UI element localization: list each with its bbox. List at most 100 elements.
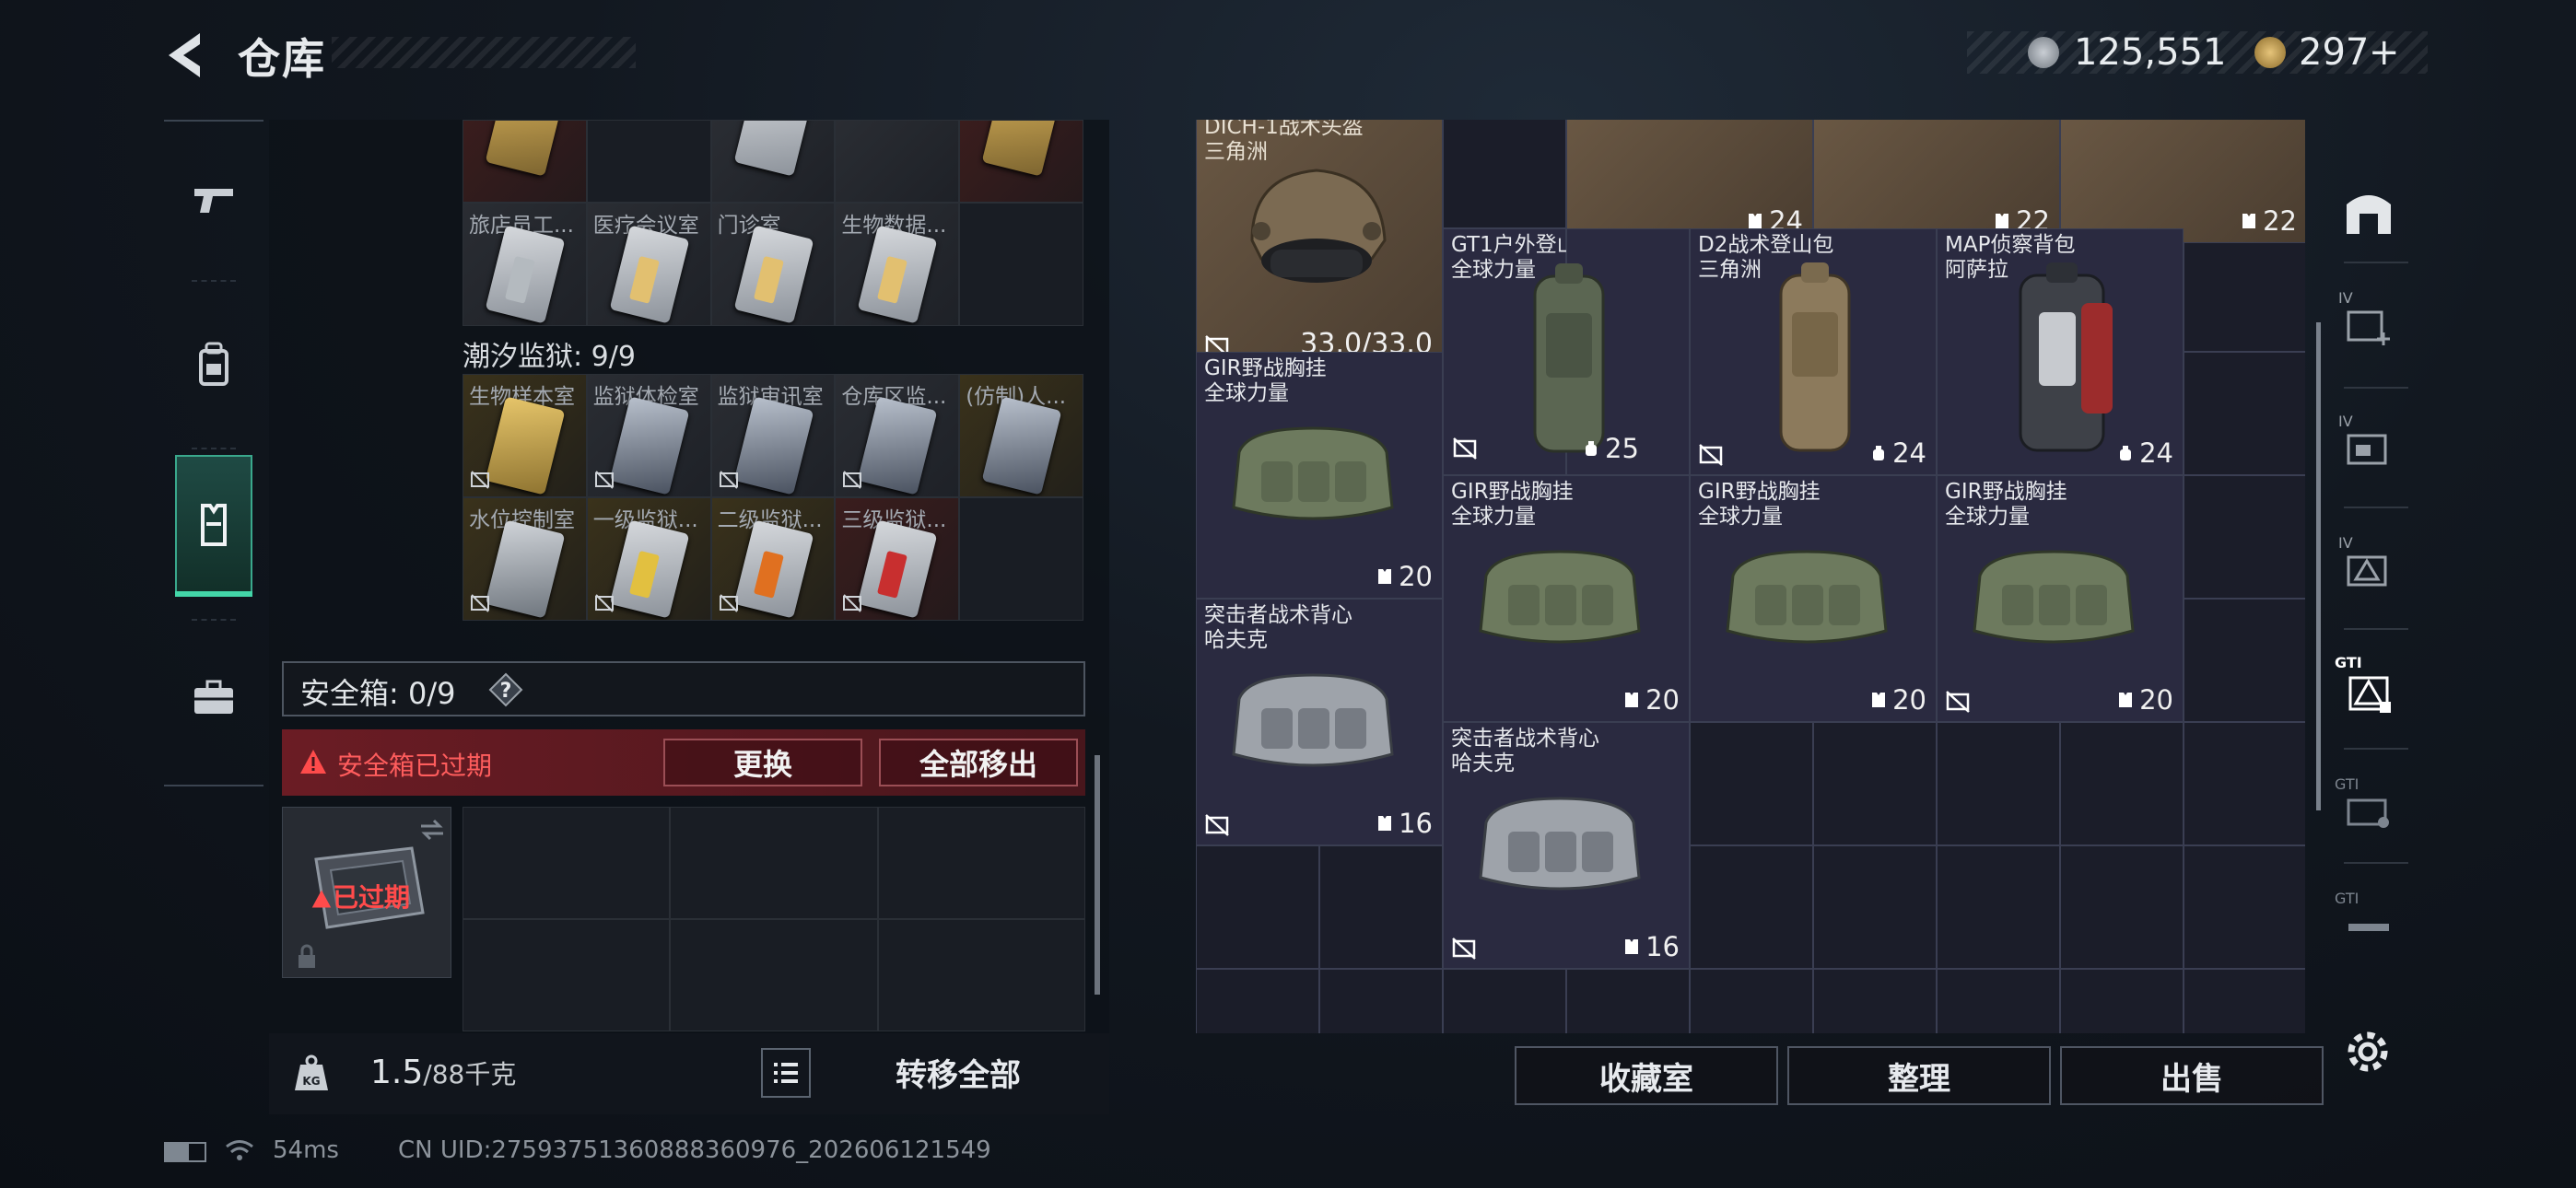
storage-tab-gti-2[interactable]: GTI: [2322, 755, 2416, 866]
collection-room-button[interactable]: 收藏室: [1515, 1046, 1778, 1105]
item-top-2[interactable]: 22: [1813, 120, 2060, 243]
swap-icon[interactable]: [419, 819, 445, 841]
item-d2-backpack[interactable]: D2战术登山包 三角洲 24: [1690, 228, 1937, 475]
helmet-icon: [1250, 169, 1387, 283]
nav-weapon[interactable]: [175, 131, 252, 269]
storage-grid-cell[interactable]: [1937, 722, 2060, 845]
safebox-slot[interactable]: [463, 919, 671, 1031]
storage-grid-cell[interactable]: [1937, 845, 2060, 969]
keycard-slot[interactable]: 门诊室: [710, 203, 836, 326]
keycard-slot-empty[interactable]: [959, 497, 1083, 621]
storage-tab-iv-1[interactable]: IV: [2322, 269, 2416, 379]
storage-grid-cell[interactable]: [2184, 599, 2305, 722]
storage-grid-cell[interactable]: [2184, 969, 2305, 1033]
keycard-slot[interactable]: [463, 120, 587, 203]
storage-grid-cell[interactable]: [1443, 120, 1566, 228]
svg-text:KG: KG: [302, 1075, 320, 1088]
storage-tab-main[interactable]: [2322, 157, 2416, 267]
storage-grid-cell[interactable]: [1566, 969, 1690, 1033]
nav-equipment[interactable]: [175, 297, 252, 435]
item-gir-vest[interactable]: GIR野战胸挂 全球力量 20: [1443, 475, 1690, 722]
storage-grid-cell[interactable]: [1319, 969, 1443, 1033]
keycard-slot[interactable]: [835, 120, 960, 203]
no-sell-icon: [843, 594, 862, 612]
storage-grid-cell[interactable]: [2060, 845, 2184, 969]
keycard-slot[interactable]: 一级监狱...: [586, 497, 711, 621]
keycard-slot[interactable]: 旅店员工...: [463, 203, 587, 326]
sort-button[interactable]: 整理: [1787, 1046, 2051, 1105]
keycard-slot[interactable]: [710, 120, 836, 203]
keycard-slot[interactable]: 仓库区监...: [835, 374, 960, 497]
safebox-slot[interactable]: [670, 919, 878, 1031]
item-assault-vest[interactable]: 突击者战术背心 哈夫克 16: [1196, 599, 1443, 845]
transfer-all-button[interactable]: 转移全部: [896, 1050, 1021, 1095]
keycard-slot[interactable]: (仿制)人...: [959, 374, 1083, 497]
item-gir-vest[interactable]: GIR野战胸挂 全球力量 20: [1690, 475, 1937, 722]
item-top-1[interactable]: 24: [1566, 120, 1813, 243]
storage-grid-cell[interactable]: [1196, 845, 1319, 969]
storage-grid-cell[interactable]: [1196, 969, 1319, 1033]
storage-grid-cell[interactable]: [1690, 969, 1813, 1033]
keycard-slot[interactable]: 水位控制室: [463, 497, 587, 621]
keycard-slot-empty[interactable]: [959, 203, 1083, 326]
item-helmet[interactable]: DICH-1战术头盔 三角洲 33.0/33.0: [1196, 120, 1443, 367]
user-uid: CN UID:27593751360888360976_202606121549: [398, 1136, 991, 1164]
storage-tab-gti-1[interactable]: GTI: [2322, 635, 2416, 746]
storage-grid-cell[interactable]: [2060, 969, 2184, 1033]
left-scrollbar[interactable]: [1095, 755, 1100, 995]
storage-grid-cell[interactable]: [1813, 845, 1937, 969]
storage-grid-cell[interactable]: [2184, 722, 2305, 845]
item-assault-vest[interactable]: 突击者战术背心 哈夫克 16: [1443, 722, 1690, 969]
safebox-slot[interactable]: [670, 807, 878, 919]
battery-icon: [164, 1142, 206, 1162]
item-gir-vest[interactable]: GIR野战胸挂 全球力量 20: [1937, 475, 2184, 722]
keycard-slot[interactable]: [586, 120, 711, 203]
storage-tab-gti-3[interactable]: GTI: [2322, 869, 2416, 980]
storage-tab-iv-3[interactable]: IV: [2322, 514, 2416, 624]
storage-scrollbar[interactable]: [2316, 322, 2321, 810]
keycard-slot[interactable]: 医疗会议室: [586, 203, 711, 326]
storage-grid-cell[interactable]: [2184, 228, 2305, 352]
storage-grid-cell[interactable]: [1690, 722, 1813, 845]
add-currency-button[interactable]: +: [2369, 31, 2400, 74]
remove-all-button[interactable]: 全部移出: [879, 739, 1078, 786]
safebox-header: 安全箱: 0/9 ?: [282, 661, 1085, 716]
item-map-backpack[interactable]: MAP侦察背包 阿萨拉 24: [1937, 228, 2184, 475]
item-gir-vest[interactable]: GIR野战胸挂 全球力量 20: [1196, 352, 1443, 599]
keycard-slot[interactable]: 监狱审讯室: [710, 374, 836, 497]
keycard-slot[interactable]: 生物样本室: [463, 374, 587, 497]
no-sell-icon: [1699, 444, 1723, 466]
safebox-label: 安全箱: 0/9: [300, 676, 456, 711]
back-arrow-icon[interactable]: [161, 28, 207, 83]
prison-section-title: 潮汐监狱: 9/9: [463, 341, 636, 373]
storage-grid-cell[interactable]: [2184, 845, 2305, 969]
settings-gear-icon[interactable]: [2340, 1024, 2395, 1079]
keycard-slot[interactable]: 生物数据...: [835, 203, 960, 326]
item-top-3[interactable]: 22: [2060, 120, 2305, 243]
storage-grid-cell[interactable]: [2184, 352, 2305, 475]
list-view-button[interactable]: [761, 1048, 811, 1098]
keycard-slot[interactable]: [959, 120, 1083, 203]
storage-grid-cell[interactable]: [2060, 722, 2184, 845]
storage-grid-cell[interactable]: [1690, 845, 1813, 969]
storage-tab-iv-2[interactable]: IV: [2322, 392, 2416, 503]
storage-grid-cell[interactable]: [1937, 969, 2060, 1033]
keycard-slot[interactable]: 监狱体检室: [586, 374, 711, 497]
safebox-case-slot[interactable]: 已过期: [282, 807, 451, 978]
safebox-slot[interactable]: [463, 807, 671, 919]
safebox-slot[interactable]: [877, 919, 1085, 1031]
vest-count-icon: [1625, 939, 1639, 954]
storage-grid-cell[interactable]: [1813, 969, 1937, 1033]
help-icon[interactable]: ?: [488, 672, 523, 707]
storage-grid-cell[interactable]: [1443, 969, 1566, 1033]
sell-button[interactable]: 出售: [2060, 1046, 2324, 1105]
safebox-slot[interactable]: [877, 807, 1085, 919]
nav-case[interactable]: [175, 628, 252, 766]
keycard-slot[interactable]: 三级监狱...: [835, 497, 960, 621]
storage-grid-cell[interactable]: [1319, 845, 1443, 969]
replace-button[interactable]: 更换: [663, 739, 862, 786]
nav-gear-storage[interactable]: [175, 455, 252, 597]
keycard-slot[interactable]: 二级监狱...: [710, 497, 836, 621]
storage-grid-cell[interactable]: [2184, 475, 2305, 599]
storage-grid-cell[interactable]: [1813, 722, 1937, 845]
